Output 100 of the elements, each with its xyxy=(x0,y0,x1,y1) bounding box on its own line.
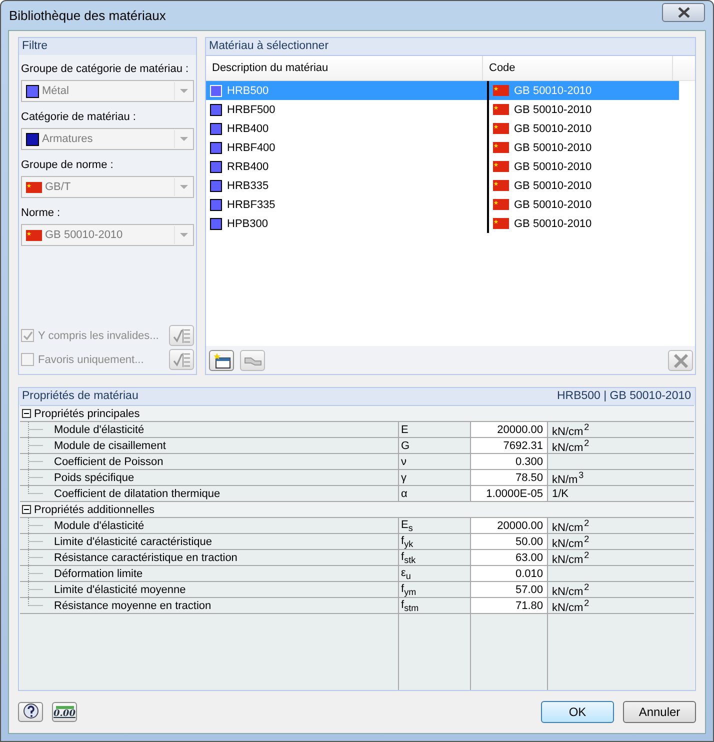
material-code: GB 50010-2010 xyxy=(514,142,592,154)
flag-icon xyxy=(493,199,509,210)
property-symbol: f$_{ym}$ xyxy=(401,582,416,596)
material-name: HRBF500 xyxy=(227,104,276,116)
property-name: Résistance caractéristique en traction xyxy=(54,552,238,564)
property-symbol: E$_{s}$ xyxy=(401,518,413,532)
material-swatch xyxy=(210,142,222,154)
dropdown-arrow-icon xyxy=(180,232,188,238)
property-symbol: ν xyxy=(401,456,406,468)
property-symbol: f$_{stm}$ xyxy=(401,598,419,612)
panel-title: Filtre xyxy=(19,38,196,55)
property-unit: kN/cm$^{2}$ xyxy=(552,534,590,550)
property-unit: 1/K xyxy=(552,488,569,500)
group-title: Propriétés additionnelles xyxy=(34,504,154,516)
ok-button[interactable]: OK xyxy=(541,701,614,723)
flag-icon xyxy=(493,218,509,229)
flag-icon xyxy=(493,85,509,96)
flag-icon xyxy=(493,123,509,134)
close-button[interactable] xyxy=(662,3,705,22)
material-swatch xyxy=(210,122,222,134)
property-unit: kN/m$^{3}$ xyxy=(552,470,584,486)
new-window-icon xyxy=(212,352,230,368)
flag-icon xyxy=(493,161,509,172)
checklist-icon xyxy=(172,328,190,344)
material-code: GB 50010-2010 xyxy=(514,218,592,230)
property-name: Limite d'élasticité moyenne xyxy=(54,584,186,596)
material-code: GB 50010-2010 xyxy=(514,160,592,172)
material-swatch xyxy=(210,218,222,230)
material-name: RRB400 xyxy=(227,160,269,172)
property-symbol: f$_{yk}$ xyxy=(401,534,414,548)
property-value: 0.300 xyxy=(515,456,543,468)
group-title: Propriétés principales xyxy=(34,408,140,420)
flag-icon xyxy=(493,104,509,115)
property-symbol: ε$_{u}$ xyxy=(401,566,411,580)
flag-icon xyxy=(26,230,42,240)
property-name: Poids spécifique xyxy=(54,472,134,484)
material-name: HRBF335 xyxy=(227,198,276,210)
property-name: Module d'élasticité xyxy=(54,520,144,532)
material-swatch xyxy=(210,180,222,192)
checklist-icon xyxy=(172,352,190,368)
property-value: 20000.00 xyxy=(497,520,543,532)
edit-material-button[interactable] xyxy=(240,350,265,371)
flag-icon xyxy=(26,182,42,192)
collapse-icon[interactable] xyxy=(22,409,31,418)
delete-button[interactable] xyxy=(668,350,693,371)
material-row[interactable]: HRB400 GB 50010-2010 xyxy=(206,119,679,138)
property-value: 20000.00 xyxy=(497,424,543,436)
checkmark-icon xyxy=(22,331,32,340)
material-name: HRBF400 xyxy=(227,142,276,154)
material-row[interactable]: HPB300 GB 50010-2010 xyxy=(206,214,679,233)
material-row[interactable]: HRB335 GB 50010-2010 xyxy=(206,176,679,195)
property-unit: kN/cm$^{2}$ xyxy=(552,438,590,454)
property-value: 7692.31 xyxy=(503,440,543,452)
collapse-icon[interactable] xyxy=(22,505,31,514)
window-title: Bibliothèque des matériaux xyxy=(9,8,167,23)
material-row[interactable]: RRB400 GB 50010-2010 xyxy=(206,157,679,176)
list-check-button[interactable] xyxy=(169,349,194,370)
property-name: Coefficient de Poisson xyxy=(54,456,164,468)
material-row[interactable]: HRBF335 GB 50010-2010 xyxy=(206,195,679,214)
units-button[interactable]: 0.00 xyxy=(52,702,77,722)
new-material-button[interactable] xyxy=(209,350,234,371)
property-name: Limite d'élasticité caractéristique xyxy=(54,536,212,548)
column-header[interactable]: Code xyxy=(483,56,673,80)
property-value: 50.00 xyxy=(515,536,543,548)
flag-icon xyxy=(493,180,509,191)
property-unit: kN/cm$^{2}$ xyxy=(552,598,590,614)
selected-material: HRB500 | GB 50010-2010 xyxy=(556,390,691,403)
property-unit: kN/cm$^{2}$ xyxy=(552,422,590,438)
property-value: 0.010 xyxy=(515,568,543,580)
material-row[interactable]: HRBF400 GB 50010-2010 xyxy=(206,138,679,157)
material-swatch xyxy=(210,198,222,210)
close-icon xyxy=(678,7,690,18)
column-header[interactable]: Description du matériau xyxy=(206,56,483,80)
help-button[interactable] xyxy=(18,702,43,722)
dropdown-arrow-icon xyxy=(180,88,188,94)
material-swatch xyxy=(210,160,222,172)
property-unit: kN/cm$^{2}$ xyxy=(552,582,590,598)
property-value: 63.00 xyxy=(515,552,543,564)
material-swatch xyxy=(210,84,222,96)
cancel-button[interactable]: Annuler xyxy=(623,701,696,723)
property-symbol: γ xyxy=(401,472,406,484)
material-code: GB 50010-2010 xyxy=(514,198,592,210)
material-row[interactable]: HRBF500 GB 50010-2010 xyxy=(206,100,679,119)
property-name: Module d'élasticité xyxy=(54,424,144,436)
property-symbol: f$_{stk}$ xyxy=(401,550,416,564)
property-value: 71.80 xyxy=(515,600,543,612)
field-label: Groupe de catégorie de matériau : xyxy=(21,63,190,75)
property-value: 78.50 xyxy=(515,472,543,484)
property-name: Résistance moyenne en traction xyxy=(54,600,212,612)
material-code: GB 50010-2010 xyxy=(514,84,592,96)
property-symbol: G xyxy=(401,440,410,452)
property-symbol: E xyxy=(401,424,408,436)
field-label: Groupe de norme : xyxy=(21,159,114,171)
delete-icon xyxy=(672,352,688,368)
material-code: GB 50010-2010 xyxy=(514,104,592,116)
material-name: HRB335 xyxy=(227,180,269,192)
property-name: Module de cisaillement xyxy=(54,440,166,452)
property-symbol: α xyxy=(401,488,408,500)
list-check-button[interactable] xyxy=(169,325,194,346)
material-code: GB 50010-2010 xyxy=(514,180,592,192)
